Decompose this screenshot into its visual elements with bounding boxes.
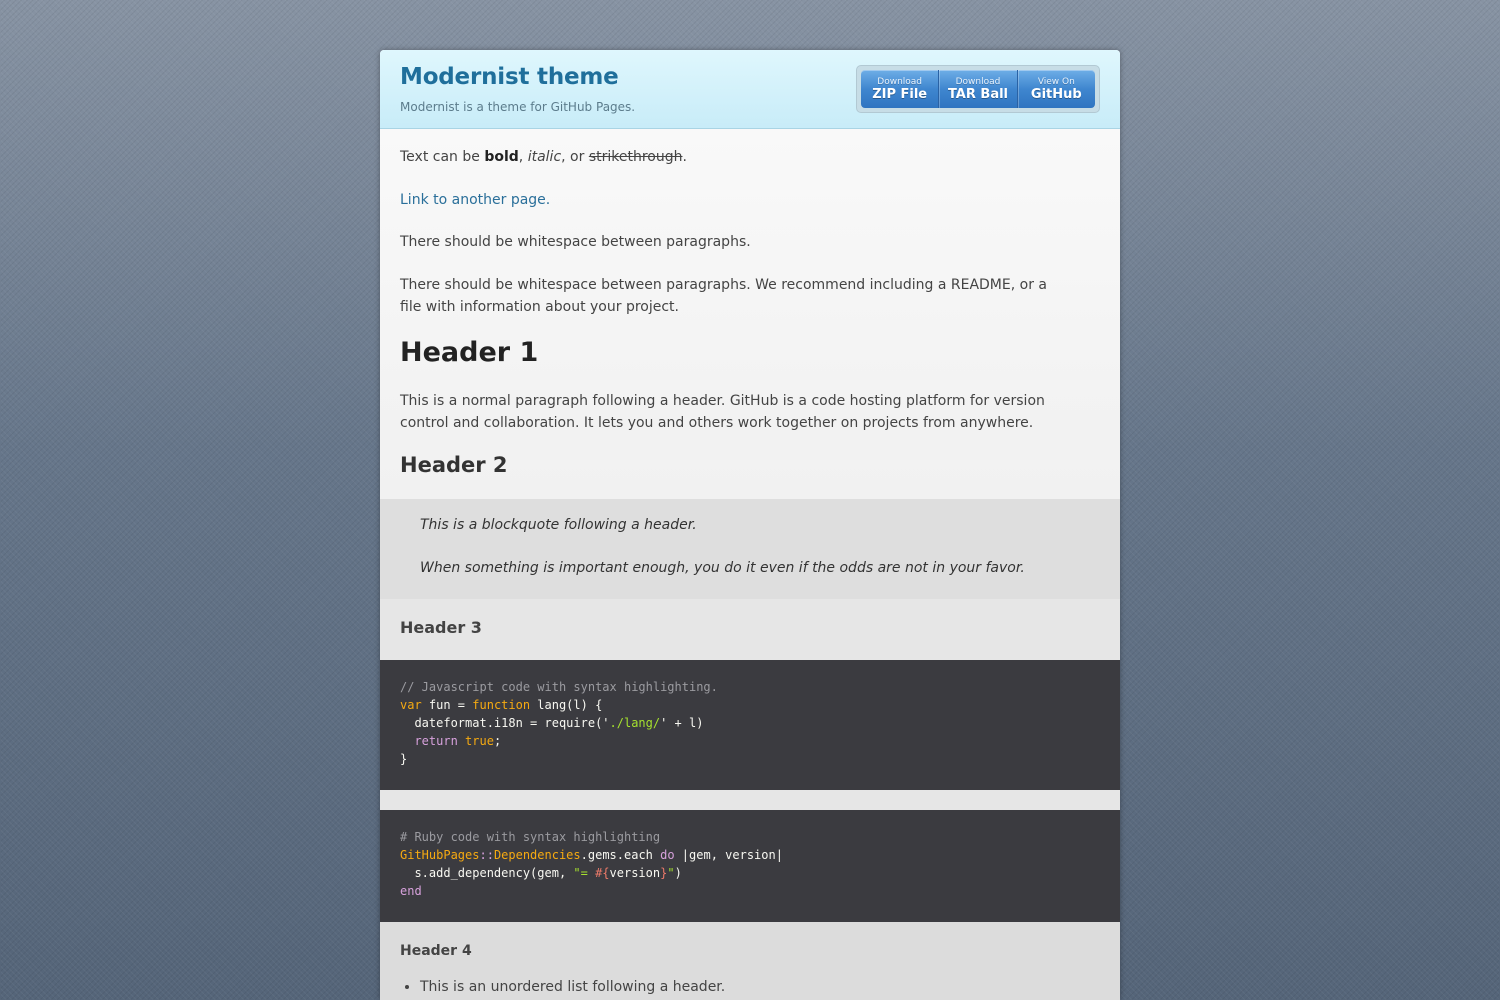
code-block-ruby: # Ruby code with syntax highlighting Git… [380, 810, 1120, 922]
text-comma: , [518, 149, 528, 165]
js-close-brace: } [400, 752, 408, 766]
blockquote-line-2: When something is important enough, you … [420, 560, 1025, 576]
header-4-section: Header 4 This is an unordered list follo… [380, 922, 1120, 1000]
heading-2: Header 2 [400, 453, 508, 477]
ruby-const-githubpages: GitHubPages [400, 848, 480, 862]
paragraph-after-header: This is a normal paragraph following a h… [400, 393, 1045, 431]
downloads-panel: Download ZIP File Download TAR Ball View… [856, 65, 1100, 113]
js-lang-open: lang(l) { [530, 698, 603, 712]
heading-4: Header 4 [400, 943, 472, 959]
bold-text: bold [484, 149, 519, 165]
js-function-keyword: function [472, 698, 531, 712]
text-or: , or [561, 149, 589, 165]
text-period: . [682, 149, 687, 165]
download-tar-label: TAR Ball [947, 86, 1009, 102]
view-on-github-caption: View On [1037, 76, 1075, 87]
js-line3-a: dateformat.i18n = require(' [400, 716, 610, 730]
text-prefix: Text can be [400, 149, 485, 165]
site-header: Modernist theme Modernist is a theme for… [380, 50, 1120, 129]
ruby-interp-var: version [609, 866, 661, 880]
js-true-literal: true [465, 734, 494, 748]
unordered-list: This is an unordered list following a he… [380, 979, 725, 995]
ruby-do-keyword: do [660, 848, 675, 862]
ruby-string-open: "= [573, 866, 596, 880]
download-zip-button[interactable]: Download ZIP File [861, 70, 938, 108]
js-semicolon: ; [493, 734, 502, 748]
another-page-link[interactable]: Link to another page. [400, 192, 550, 208]
ruby-const-dependencies: Dependencies [493, 848, 581, 862]
ruby-gems-each: .gems.each [580, 848, 661, 862]
list-item: This is an unordered list following a he… [420, 979, 725, 995]
js-return-keyword: return [414, 734, 458, 748]
download-tar-button[interactable]: Download TAR Ball [938, 70, 1016, 108]
ruby-end-keyword: end [400, 884, 422, 898]
js-string: ./lang/ [609, 716, 661, 730]
download-tar-caption: Download [955, 76, 1001, 87]
ruby-comment: # Ruby code with syntax highlighting [400, 830, 661, 844]
view-on-github-button[interactable]: View On GitHub [1016, 70, 1095, 108]
strikethrough-text: strikethrough [588, 149, 683, 165]
code-block-javascript: // Javascript code with syntax highlight… [380, 660, 1120, 790]
downloads-list: Download ZIP File Download TAR Ball View… [861, 70, 1095, 108]
js-line3-b: ' + l) [660, 716, 704, 730]
heading-1: Header 1 [400, 337, 539, 368]
paragraph-text-styles: Text can be bold, italic, or strikethrou… [380, 146, 707, 168]
js-fun-decl: fun = [421, 698, 473, 712]
paragraph-whitespace: There should be whitespace between parag… [400, 234, 751, 250]
blockquote-line-1: This is a blockquote following a header. [420, 517, 697, 533]
js-indent [400, 734, 414, 748]
header-3-band: Header 3 [380, 599, 1120, 660]
italic-text: italic [527, 149, 562, 165]
site-tagline: Modernist is a theme for GitHub Pages. [400, 100, 636, 114]
page-wrapper: Modernist theme Modernist is a theme for… [380, 50, 1120, 1000]
js-comment: // Javascript code with syntax highlight… [400, 680, 718, 694]
js-var-keyword: var [400, 698, 422, 712]
heading-3: Header 3 [400, 618, 482, 637]
paragraph-readme: There should be whitespace between parag… [400, 277, 1047, 315]
ruby-line3-b: ) [674, 866, 682, 880]
blockquote: This is a blockquote following a header.… [380, 499, 1120, 599]
download-zip-caption: Download [877, 76, 923, 87]
site-title[interactable]: Modernist theme [400, 64, 619, 90]
download-zip-label: ZIP File [872, 86, 928, 102]
view-on-github-label: GitHub [1030, 86, 1082, 102]
link-paragraph: Link to another page. [380, 189, 570, 211]
ruby-block-params: |gem, version| [674, 848, 783, 862]
ruby-interp-open: #{ [595, 866, 610, 880]
ruby-scope-sep: :: [479, 848, 494, 862]
ruby-string-close: " [667, 866, 675, 880]
code-gap [380, 790, 1120, 810]
js-space [458, 734, 465, 748]
ruby-line3-a: s.add_dependency(gem, [400, 866, 574, 880]
